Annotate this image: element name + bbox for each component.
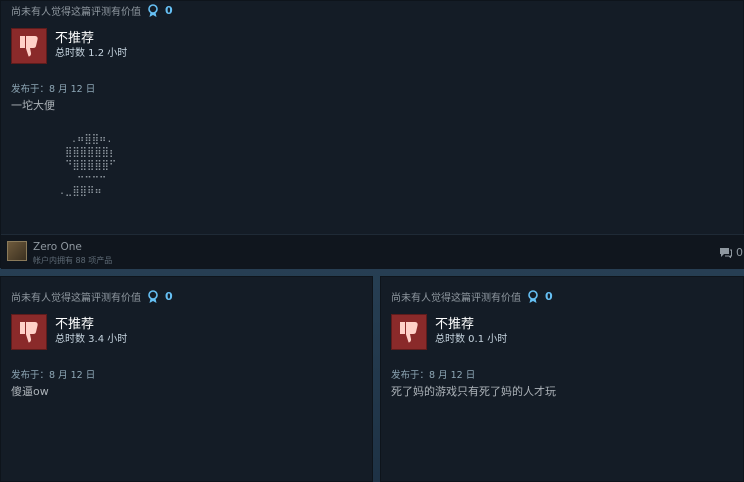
- ascii-art: .⠶⣿⣿⠶. ⣿⣿⣿⣿⣿⣿⡆ ⠙⣿⣿⣿⣿⣿⠋ ⠒⠒⠒⠒ .⣀⣿⣿⠿⠶: [59, 134, 117, 197]
- author-products: 帐户内拥有 88 项产品: [33, 256, 113, 265]
- helpful-line: 尚未有人觉得这篇评测有价值 0: [391, 289, 553, 304]
- comment-bubble-icon: [719, 247, 732, 259]
- review-card: 尚未有人觉得这篇评测有价值 0 不推荐 总时数 0.1 小时 发布于：8 月 1…: [380, 276, 744, 482]
- posted-date: 发布于：8 月 12 日: [11, 370, 96, 381]
- reviews-page: 尚未有人觉得这篇评测有价值 0 不推荐 总时数 1.2 小时 发布于：8 月 1…: [0, 0, 744, 482]
- author-name[interactable]: Zero One: [33, 241, 82, 253]
- hours-played: 总时数 1.2 小时: [55, 48, 128, 59]
- helpful-text: 尚未有人觉得这篇评测有价值: [391, 293, 521, 304]
- hours-played: 总时数 3.4 小时: [55, 334, 128, 345]
- award-ribbon-icon[interactable]: [147, 3, 159, 18]
- author-bar: Zero One 帐户内拥有 88 项产品 0: [1, 234, 744, 269]
- award-ribbon-icon[interactable]: [527, 289, 539, 304]
- avatar[interactable]: [7, 241, 27, 261]
- vote-summary[interactable]: 不推荐 总时数 3.4 小时: [11, 314, 127, 350]
- award-count: 0: [165, 4, 173, 17]
- posted-date: 发布于：8 月 12 日: [391, 370, 476, 381]
- comment-count: 0: [736, 246, 743, 259]
- thumbs-down-icon: [391, 314, 427, 350]
- posted-date: 发布于：8 月 12 日: [11, 84, 96, 95]
- review-card: 尚未有人觉得这篇评测有价值 0 不推荐 总时数 1.2 小时 发布于：8 月 1…: [0, 0, 744, 269]
- vote-title: 不推荐: [435, 317, 475, 332]
- thumbs-down-icon: [11, 314, 47, 350]
- hours-played: 总时数 0.1 小时: [435, 334, 508, 345]
- vote-title: 不推荐: [55, 317, 95, 332]
- helpful-line: 尚未有人觉得这篇评测有价值 0: [11, 289, 173, 304]
- vote-title: 不推荐: [55, 31, 95, 46]
- helpful-text: 尚未有人觉得这篇评测有价值: [11, 7, 141, 18]
- award-ribbon-icon[interactable]: [147, 289, 159, 304]
- comment-button[interactable]: 0: [719, 246, 743, 259]
- review-body: 一坨大便: [11, 99, 55, 112]
- helpful-line: 尚未有人觉得这篇评测有价值 0: [11, 3, 173, 18]
- award-count: 0: [545, 290, 553, 303]
- review-card: 尚未有人觉得这篇评测有价值 0 不推荐 总时数 3.4 小时 发布于：8 月 1…: [0, 276, 373, 482]
- review-body: 死了妈的游戏只有死了妈的人才玩: [391, 385, 556, 398]
- review-body: 傻逼ow: [11, 385, 49, 398]
- helpful-text: 尚未有人觉得这篇评测有价值: [11, 293, 141, 304]
- vote-summary[interactable]: 不推荐 总时数 0.1 小时: [391, 314, 507, 350]
- award-count: 0: [165, 290, 173, 303]
- thumbs-down-icon: [11, 28, 47, 64]
- vote-summary[interactable]: 不推荐 总时数 1.2 小时: [11, 28, 127, 64]
